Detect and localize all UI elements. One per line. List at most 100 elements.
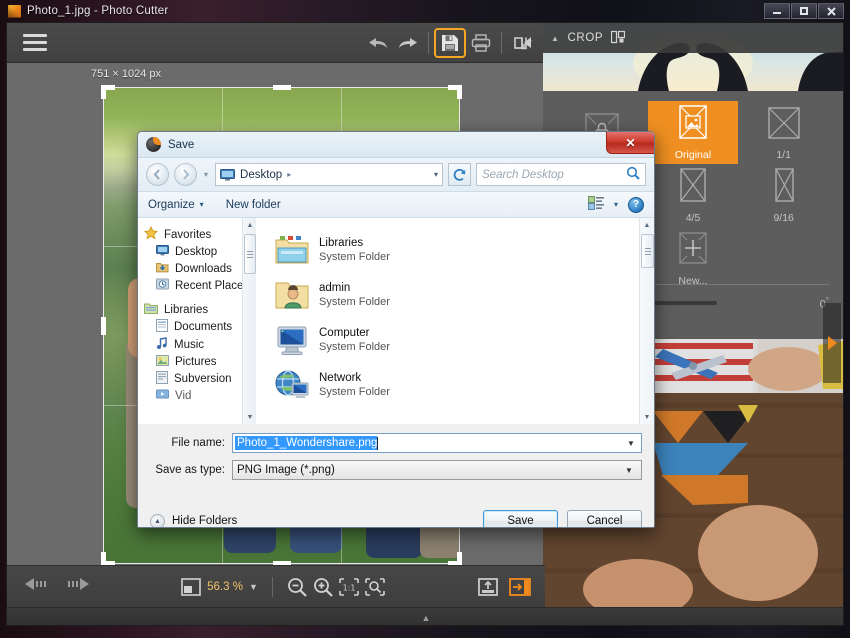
share-export-icon[interactable]: [507, 29, 545, 57]
cancel-button[interactable]: Cancel: [567, 510, 642, 529]
one-to-one-icon[interactable]: 1:1: [339, 578, 359, 596]
crop-handle-bottom-left-v[interactable]: [101, 552, 106, 566]
next-arrow-icon[interactable]: [61, 577, 89, 596]
history-dropdown-icon[interactable]: ▾: [204, 170, 208, 179]
search-input[interactable]: Search Desktop: [476, 163, 646, 186]
aspect-ratio-9-16-label: 9/16: [773, 213, 793, 224]
hide-folders-button[interactable]: ▲ Hide Folders: [150, 514, 237, 529]
prev-arrow-icon[interactable]: [25, 577, 53, 596]
crop-handle-top-right-v[interactable]: [457, 85, 462, 99]
chevron-down-icon[interactable]: ▼: [249, 582, 258, 592]
nav-item-desktop[interactable]: Desktop: [156, 245, 256, 259]
zoom-out-icon[interactable]: [287, 577, 307, 597]
chevron-up-icon[interactable]: ▲: [422, 613, 431, 623]
crop-handle-left[interactable]: [101, 317, 106, 335]
nav-group-favorites: Favorites Desktop Downloads: [144, 226, 256, 293]
printer-icon[interactable]: [466, 29, 496, 57]
search-icon[interactable]: [626, 166, 640, 183]
filetype-value: PNG Image (*.png): [237, 464, 335, 476]
nav-item-music[interactable]: Music: [156, 337, 256, 353]
view-mode-icon[interactable]: [588, 196, 604, 213]
organize-button[interactable]: Organize ▾: [148, 199, 204, 211]
address-bar[interactable]: Desktop ▸ ▾: [215, 163, 443, 186]
filename-dropdown-icon[interactable]: ▼: [623, 434, 639, 452]
crop-panel-header[interactable]: ▲ CROP: [543, 23, 843, 53]
aspect-ratio-original[interactable]: Original: [648, 101, 739, 164]
redo-icon[interactable]: [393, 29, 423, 57]
bottom-strip: ▲: [7, 607, 844, 625]
nav-item-documents[interactable]: Documents: [156, 319, 256, 335]
refresh-icon[interactable]: [448, 163, 471, 186]
upload-icon[interactable]: [477, 577, 499, 597]
network-icon: [274, 369, 310, 403]
save-button[interactable]: Save: [483, 510, 558, 529]
recent-places-icon: [156, 278, 169, 293]
crop-mode-icon[interactable]: [611, 30, 625, 47]
help-icon[interactable]: ?: [628, 197, 644, 213]
hide-folders-label: Hide Folders: [172, 515, 237, 527]
dialog-close-button[interactable]: ✕: [606, 132, 654, 154]
panel-expander[interactable]: [823, 303, 841, 383]
photo-cutter-logo-icon: [8, 5, 21, 18]
maximize-icon[interactable]: [791, 3, 817, 19]
filetype-dropdown-icon[interactable]: ▼: [621, 461, 637, 479]
search-placeholder: Search Desktop: [482, 169, 626, 181]
back-arrow-icon[interactable]: [146, 163, 169, 186]
videos-icon: [156, 389, 169, 402]
crop-handle-top[interactable]: [273, 85, 291, 90]
nav-item-pictures[interactable]: Pictures: [156, 355, 256, 369]
filetype-select[interactable]: PNG Image (*.png) ▼: [232, 460, 642, 480]
view-mode-dropdown-icon[interactable]: ▾: [614, 200, 618, 209]
scroll-up-icon[interactable]: ▲: [243, 218, 257, 232]
undo-icon[interactable]: [363, 29, 393, 57]
aspect-ratio-9-16[interactable]: 9/16: [738, 164, 829, 227]
crop-handle-bottom-right-v[interactable]: [457, 552, 462, 566]
navpane-scroll-thumb[interactable]: [244, 234, 256, 274]
zoom-level-value[interactable]: 56.3 %: [207, 581, 243, 593]
nav-item-subversion[interactable]: Subversion: [156, 371, 256, 387]
list-item[interactable]: Network System Folder: [274, 363, 654, 408]
save-button[interactable]: [434, 28, 466, 58]
navpane-scrollbar[interactable]: ▲ ▼: [242, 218, 256, 424]
forward-arrow-icon[interactable]: [174, 163, 197, 186]
fit-page-icon[interactable]: [181, 578, 201, 596]
filelist-scroll-thumb[interactable]: [641, 234, 654, 268]
minimize-icon[interactable]: [764, 3, 790, 19]
path-separator-icon[interactable]: ▸: [287, 170, 291, 179]
panel-toggle-icon[interactable]: [509, 577, 531, 597]
nav-item-downloads[interactable]: Downloads: [156, 261, 256, 276]
aspect-ratio-1-1[interactable]: 1/1: [738, 101, 829, 164]
file-name: admin: [319, 281, 390, 295]
nav-item-recent-places[interactable]: Recent Places: [156, 278, 256, 293]
nav-root-libraries[interactable]: Libraries: [144, 302, 256, 317]
scroll-up-icon[interactable]: ▲: [640, 218, 654, 232]
nav-root-favorites[interactable]: Favorites: [144, 226, 256, 243]
hamburger-menu-icon[interactable]: [23, 34, 47, 51]
filelist-scrollbar[interactable]: ▲ ▼: [639, 218, 654, 424]
filename-input[interactable]: Photo_1_Wondershare.png ▼: [232, 433, 642, 453]
aspect-ratio-4-5[interactable]: 4/5: [648, 164, 739, 227]
scroll-down-icon[interactable]: ▼: [640, 410, 654, 424]
new-folder-button[interactable]: New folder: [226, 199, 281, 211]
collapse-caret-icon[interactable]: ▲: [551, 34, 560, 43]
address-dropdown-icon[interactable]: ▾: [434, 170, 438, 179]
nav-item-videos[interactable]: Vid: [156, 389, 256, 402]
aspect-ratio-new[interactable]: New...: [648, 227, 739, 290]
close-icon[interactable]: [818, 3, 844, 19]
crop-handle-top-left-v[interactable]: [101, 85, 106, 99]
scroll-down-icon[interactable]: ▼: [243, 410, 257, 424]
dialog-title: Save: [168, 139, 194, 151]
libraries-icon: [144, 302, 158, 317]
nav-label: Documents: [174, 321, 232, 333]
aspect-ratio-original-label: Original: [675, 150, 711, 161]
list-item[interactable]: Libraries System Folder: [274, 228, 654, 273]
zoom-in-icon[interactable]: [313, 577, 333, 597]
list-item[interactable]: admin System Folder: [274, 273, 654, 318]
navigation-pane[interactable]: Favorites Desktop Downloads: [138, 218, 256, 424]
music-icon: [156, 337, 168, 353]
main-toolbar: [7, 23, 545, 63]
toolbar-divider-2: [501, 32, 502, 54]
list-item[interactable]: Computer System Folder: [274, 318, 654, 363]
fit-screen-icon[interactable]: [365, 578, 385, 596]
file-list[interactable]: Libraries System Folder adm: [256, 218, 654, 424]
